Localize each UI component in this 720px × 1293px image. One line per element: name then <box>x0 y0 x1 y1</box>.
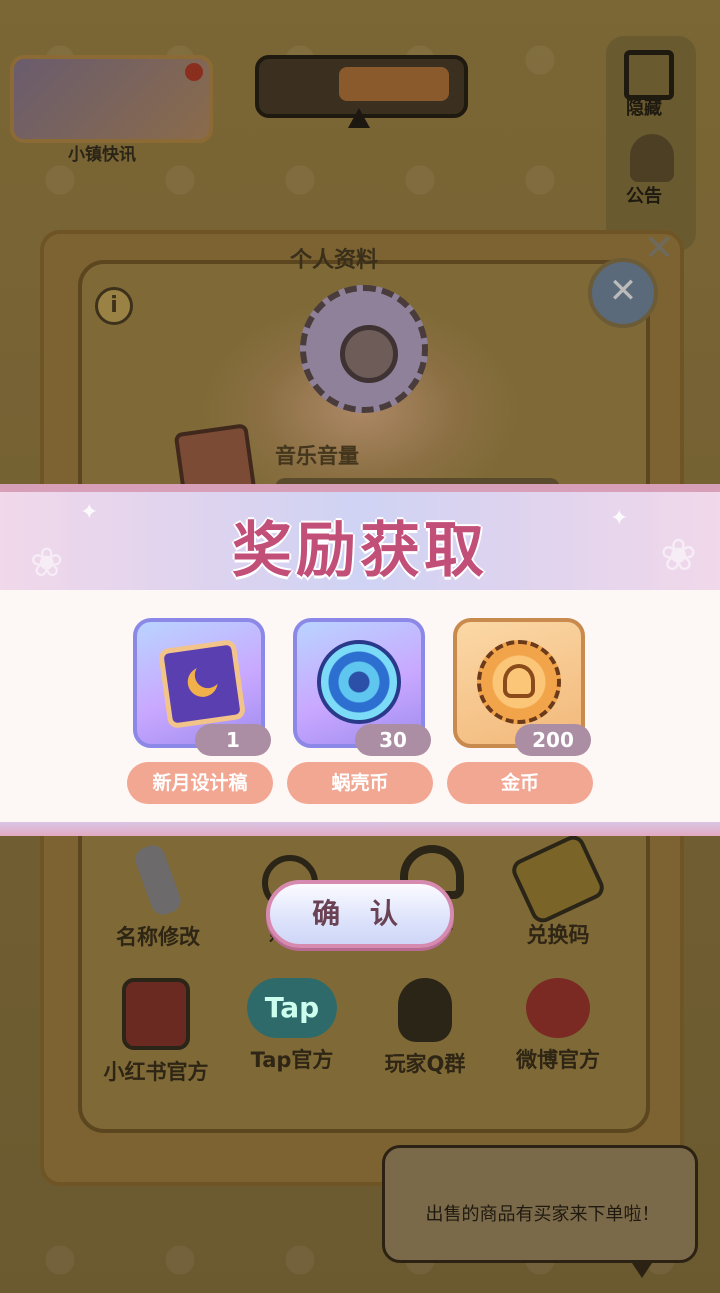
close-icon[interactable]: ✕ <box>644 228 674 269</box>
reward-count: 30 <box>355 724 431 756</box>
weibo-icon <box>526 978 590 1038</box>
reward-name: 新月设计稿 <box>127 762 273 804</box>
reward-count: 1 <box>195 724 271 756</box>
rename-item[interactable]: 名称修改 <box>93 841 223 951</box>
reward-count: 200 <box>515 724 591 756</box>
side-menu: 隐藏 公告 <box>606 36 696 251</box>
reward-item: 30 蜗壳币 <box>287 618 433 804</box>
news-card[interactable] <box>10 55 213 143</box>
tap-item[interactable]: Tap Tap官方 <box>227 978 357 1074</box>
ticket-icon <box>508 831 608 927</box>
scan-icon[interactable] <box>624 50 674 100</box>
reward-name: 金币 <box>447 762 593 804</box>
close-button[interactable]: ✕ <box>588 258 658 328</box>
bell-icon[interactable] <box>630 134 674 182</box>
xiaohongshu-item[interactable]: 小红书官方 <box>91 978 221 1086</box>
info-icon[interactable]: i <box>95 287 133 325</box>
design-scroll-icon <box>157 638 247 730</box>
notification-dot <box>185 63 203 81</box>
xiaohongshu-icon <box>122 978 190 1050</box>
reward-band-border-bottom <box>0 822 720 836</box>
message-text: 出售的商品有买家来下单啦！ <box>425 1204 660 1225</box>
hide-button[interactable]: 隐藏 <box>626 94 662 120</box>
banner-pointer-icon <box>348 108 370 128</box>
weibo-item[interactable]: 微博官方 <box>493 978 623 1074</box>
banner-image <box>339 67 449 101</box>
bubble-tail-icon <box>630 1260 654 1278</box>
redeem-code-item[interactable]: 兑换码 <box>493 831 623 949</box>
snail-coin-icon <box>317 640 401 724</box>
music-volume-label: 音乐音量 <box>275 444 359 468</box>
news-label: 小镇快讯 <box>68 145 136 165</box>
reward-name: 蜗壳币 <box>287 762 433 804</box>
qq-penguin-icon <box>398 978 452 1042</box>
qq-group-item[interactable]: 玩家Q群 <box>360 978 490 1078</box>
notice-button[interactable]: 公告 <box>626 182 662 208</box>
reward-item: 1 新月设计稿 <box>127 618 273 804</box>
reward-band-border-top <box>0 484 720 492</box>
panel-title: 个人资料 <box>290 248 379 273</box>
tap-icon: Tap <box>247 978 337 1038</box>
confirm-button[interactable]: 确 认 <box>266 880 454 948</box>
gear-icon <box>300 285 428 413</box>
gold-coin-icon <box>477 640 561 724</box>
pencil-icon <box>131 841 185 919</box>
reward-title: 奖励获取 <box>232 516 488 586</box>
reward-item: 200 金币 <box>447 618 593 804</box>
